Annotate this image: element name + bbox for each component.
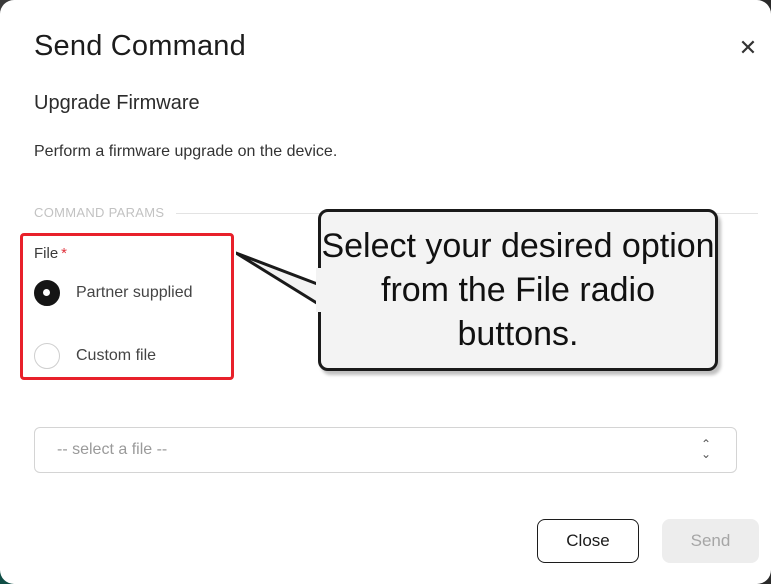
command-name: Upgrade Firmware (34, 92, 200, 114)
section-label: COMMAND PARAMS (34, 205, 177, 220)
up-down-chevron-icon: ⌃ ⌄ (700, 437, 712, 461)
callout-text: Select your desired option from the File… (321, 227, 715, 353)
close-icon[interactable]: ✕ (736, 36, 760, 60)
close-button[interactable]: Close (537, 519, 639, 563)
annotation-highlight-box (20, 233, 234, 380)
file-select[interactable]: -- select a file -- ⌃ ⌄ (34, 427, 737, 473)
file-select-value: -- select a file -- (57, 441, 168, 458)
send-button[interactable]: Send (662, 519, 759, 563)
command-description: Perform a firmware upgrade on the device… (34, 143, 338, 160)
dialog-title: Send Command (34, 30, 246, 62)
